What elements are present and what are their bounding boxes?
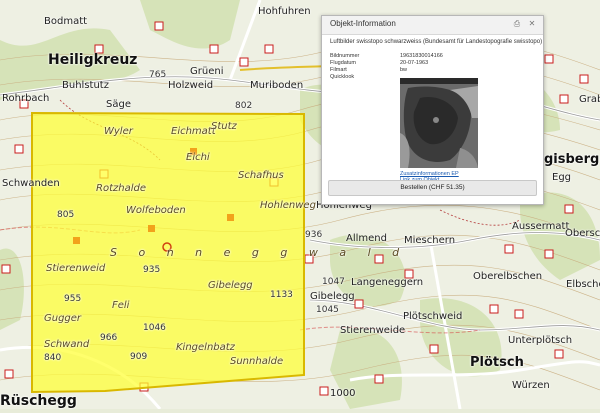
label-rotzhalde: Rotzhalde — [96, 183, 146, 194]
label-sonnegg: S o n n e g g w a l d — [110, 246, 409, 259]
label-quicklook: Quicklook — [330, 74, 355, 80]
label-stierenweid: Stierenweid — [46, 263, 106, 274]
layer-description: Luftbilder swisstopo schwarzweiss (Bunde… — [330, 39, 543, 45]
label-stutz: Stutz — [211, 121, 237, 132]
label-955: 955 — [64, 294, 82, 304]
label-muriboden: Muriboden — [250, 80, 304, 91]
label-1046: 1046 — [143, 323, 166, 333]
label-gisberg: gisberg — [544, 152, 600, 167]
label-schafhus: Schafhus — [238, 170, 284, 181]
quicklook-thumbnail[interactable] — [400, 78, 478, 168]
label-filmart: Filmart — [330, 67, 347, 73]
label-allmend: Allmend — [346, 233, 387, 244]
label-ploetsch: Plötsch — [470, 355, 524, 370]
object-info-popup: Objekt-Information ⎙ ✕ Luftbilder swisst… — [321, 15, 544, 205]
aerial-photo-image — [400, 78, 478, 168]
label-saege: Säge — [106, 99, 131, 110]
label-802: 802 — [235, 101, 253, 111]
label-bodmatt: Bodmatt — [44, 16, 88, 27]
label-oberelbschen: Oberelbschen — [473, 271, 543, 282]
label-rohrbach: Rohrbach — [2, 93, 50, 104]
label-1133: 1133 — [270, 290, 293, 300]
value-bildnummer: 19631830014166 — [400, 53, 443, 59]
printer-icon[interactable]: ⎙ — [512, 19, 522, 29]
label-langeneggern: Langeneggern — [351, 277, 424, 288]
label-wuerzen: Würzen — [512, 380, 550, 391]
label-rueschegg: Rüschegg — [0, 393, 77, 409]
label-hohlenweg: Hohlenweg — [260, 200, 316, 211]
label-holzweid: Holzweid — [168, 80, 214, 91]
label-bildnummer: Bildnummer — [330, 53, 360, 59]
label-schwanden: Schwanden — [2, 178, 60, 189]
label-765: 765 — [149, 70, 167, 80]
label-kingelnbatz: Kingelnbatz — [176, 342, 235, 353]
label-oberschwand: Obersch — [565, 228, 600, 239]
label-unterploetsch: Unterplötsch — [508, 335, 573, 346]
label-wolfeboden: Wolfeboden — [126, 205, 186, 216]
popup-title: Objekt-Information — [330, 19, 396, 28]
label-aussermatt: Aussermatt — [512, 221, 570, 232]
label-grab: Grab — [579, 94, 600, 105]
label-mieschern: Mieschern — [404, 235, 456, 246]
label-1000: 1000 — [330, 388, 356, 399]
label-gibelegg-b: Gibelegg — [310, 291, 355, 302]
label-stierenweide: Stierenweide — [340, 325, 406, 336]
label-schwand: Schwand — [44, 339, 90, 350]
label-elbschen: Elbschen — [566, 279, 600, 290]
label-840: 840 — [44, 353, 62, 363]
label-935: 935 — [143, 265, 161, 275]
label-hohfuhren: Hohfuhren — [258, 6, 311, 17]
close-icon[interactable]: ✕ — [527, 19, 537, 29]
label-966: 966 — [100, 333, 118, 343]
label-buhlstutz: Buhlstutz — [62, 80, 109, 91]
label-805: 805 — [57, 210, 75, 220]
order-button[interactable]: Bestellen (CHF 51.35) — [328, 180, 537, 196]
value-filmart: bw — [400, 67, 408, 73]
label-gugger: Gugger — [44, 313, 82, 324]
label-flugdatum: Flugdatum — [330, 60, 356, 66]
label-eichmatt: Eichmatt — [171, 126, 216, 137]
label-feli: Feli — [112, 300, 130, 311]
label-ploetschweid: Plötschweid — [403, 311, 463, 322]
label-eichi: Eichi — [186, 152, 210, 163]
label-909: 909 — [130, 352, 148, 362]
label-egg: Egg — [552, 172, 572, 183]
popup-header[interactable]: Objekt-Information ⎙ ✕ — [322, 16, 543, 35]
label-sunnhalde: Sunnhalde — [230, 356, 284, 367]
label-heiligkreuz: Heiligkreuz — [48, 52, 138, 68]
label-wyler: Wyler — [104, 126, 133, 137]
label-936: 936 — [305, 230, 323, 240]
label-gibelegg: Gibelegg — [208, 280, 253, 291]
label-gruenen: Grüeni — [190, 66, 224, 77]
label-1047: 1047 — [322, 277, 345, 287]
label-1045: 1045 — [316, 305, 339, 315]
value-flugdatum: 20-07-1963 — [400, 60, 429, 66]
